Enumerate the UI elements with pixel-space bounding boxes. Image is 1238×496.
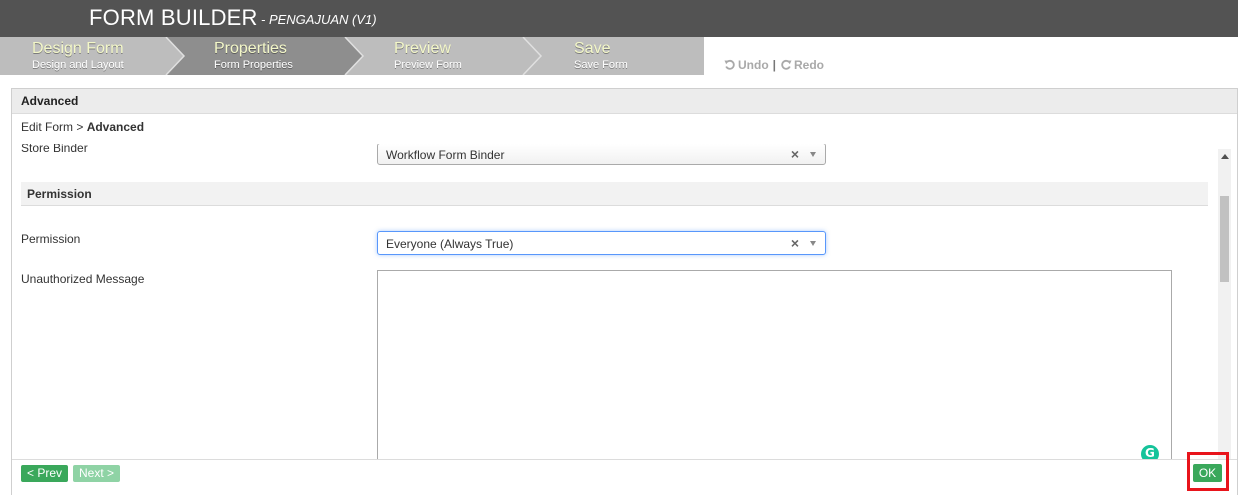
chevron-down-icon[interactable]	[810, 152, 816, 157]
clear-icon[interactable]: ×	[791, 235, 799, 251]
step-preview-subtitle: Preview Form	[394, 59, 462, 71]
panel-title: Advanced	[21, 94, 79, 108]
permission-section-title: Permission	[27, 187, 92, 201]
step-preview-title: Preview	[394, 40, 451, 57]
grammarly-icon[interactable]	[1141, 445, 1159, 459]
panel-header: Advanced	[12, 89, 1237, 114]
redo-icon	[781, 59, 792, 70]
step-save-subtitle: Save Form	[574, 59, 628, 71]
store-binder-label: Store Binder	[21, 144, 88, 155]
panel-footer: < Prev Next >	[12, 459, 1237, 495]
prev-button[interactable]: < Prev	[21, 465, 69, 482]
form-content: Store Binder Workflow Form Binder × Perm…	[12, 144, 1217, 459]
permission-value: Everyone (Always True)	[386, 237, 514, 251]
step-design-form-title: Design Form	[32, 40, 124, 57]
step-properties-subtitle: Form Properties	[214, 59, 293, 71]
scroll-up-icon[interactable]	[1221, 154, 1229, 159]
step-save-title: Save	[574, 40, 611, 57]
permission-section-header: Permission	[21, 182, 1208, 206]
content-scrollbar[interactable]	[1218, 149, 1231, 461]
permission-select[interactable]: Everyone (Always True) ×	[377, 231, 826, 255]
chevron-down-icon[interactable]	[810, 241, 816, 246]
toolbar-separator: |	[772, 58, 777, 72]
app-title: FORM BUILDER	[89, 5, 258, 30]
breadcrumb: Edit Form > Advanced	[21, 120, 144, 134]
step-design-form-subtitle: Design and Layout	[32, 59, 124, 71]
properties-panel: Advanced Edit Form > Advanced Store Bind…	[11, 88, 1238, 495]
unauthorized-message-textarea[interactable]	[377, 270, 1172, 459]
breadcrumb-prefix[interactable]: Edit Form >	[21, 120, 87, 134]
store-binder-select[interactable]: Workflow Form Binder ×	[377, 144, 826, 165]
redo-button[interactable]: Redo	[794, 58, 824, 72]
permission-label: Permission	[21, 232, 81, 246]
scrollbar-thumb[interactable]	[1220, 196, 1229, 282]
clear-icon[interactable]: ×	[791, 146, 799, 162]
breadcrumb-current: Advanced	[86, 120, 145, 134]
step-properties-title: Properties	[214, 40, 287, 57]
undo-icon	[724, 59, 735, 70]
undo-redo-toolbar: Undo | Redo	[724, 58, 824, 72]
next-button[interactable]: Next >	[73, 465, 121, 482]
wizard-steps: Design Form Design and Layout Properties…	[0, 37, 1238, 75]
app-header: FORM BUILDER - PENGAJUAN (V1)	[0, 0, 1238, 37]
store-binder-value: Workflow Form Binder	[386, 148, 505, 162]
form-subtitle: - PENGAJUAN (V1)	[261, 12, 377, 27]
undo-button[interactable]: Undo	[738, 58, 769, 72]
unauthorized-message-label: Unauthorized Message	[21, 272, 145, 286]
ok-button[interactable]: OK	[1193, 464, 1222, 482]
